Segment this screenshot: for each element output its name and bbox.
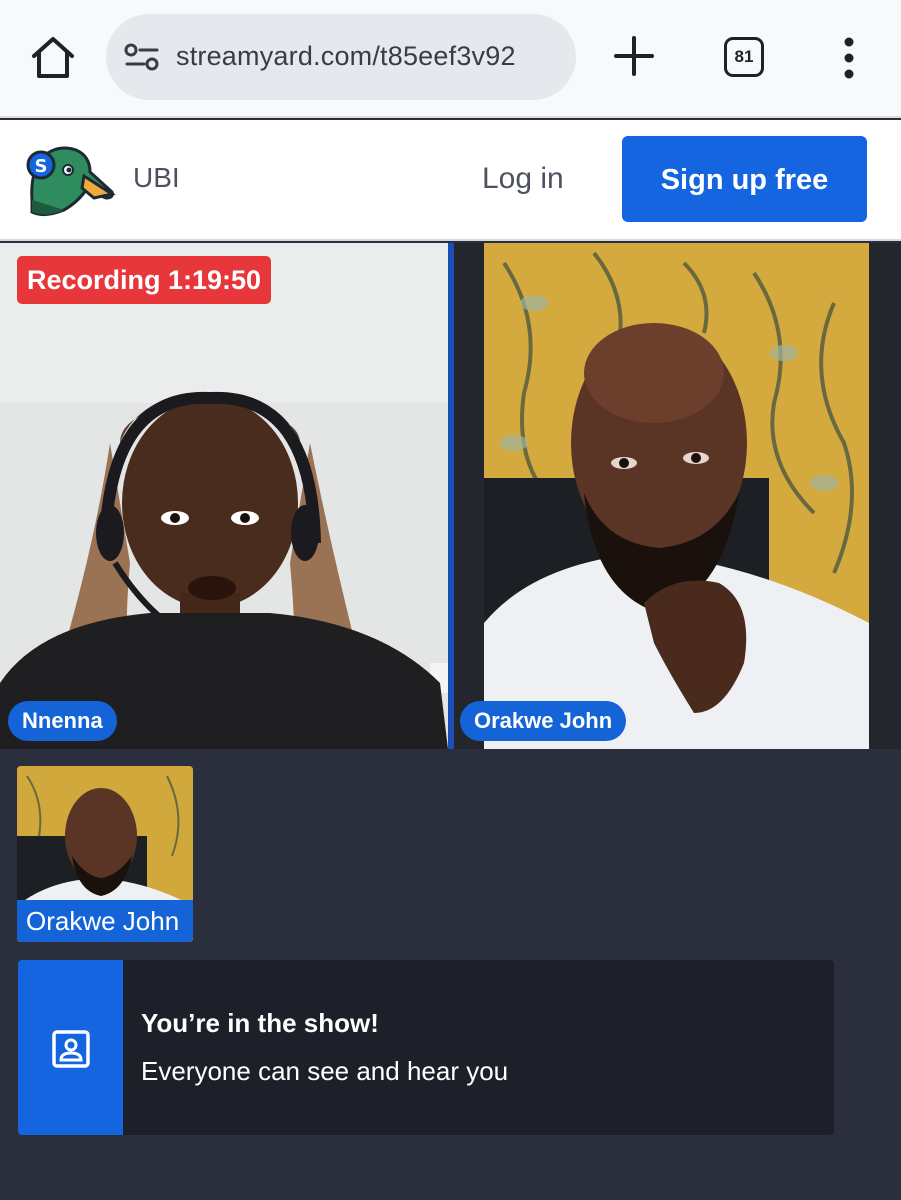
backstage-thumbnail[interactable]: Orakwe John [17, 766, 193, 942]
signup-button[interactable]: Sign up free [622, 136, 867, 222]
participant-name-tag: Orakwe John [460, 701, 627, 741]
contact-card-icon [52, 1030, 90, 1068]
toast-message: Everyone can see and hear you [141, 1056, 509, 1086]
login-link[interactable]: Log in [482, 162, 564, 196]
participant-video-nnenna[interactable]: Recording 1:19:50 Nnenna [0, 243, 448, 749]
participant-video-orakwe-john[interactable]: Orakwe John [454, 243, 901, 749]
more-vert-icon[interactable] [836, 34, 862, 82]
svg-text:S: S [35, 156, 48, 177]
tab-switcher-icon[interactable]: 81 [724, 37, 764, 77]
site-info-icon[interactable] [124, 42, 160, 72]
video-feed-image [454, 243, 901, 749]
studio-name: UBI [133, 162, 180, 193]
plus-icon[interactable] [612, 34, 656, 78]
thumbnail-name-label: Orakwe John [17, 900, 193, 942]
video-feed-image [0, 243, 448, 749]
logo-s-icon: S [35, 156, 48, 177]
url-text[interactable]: streamyard.com/t85eef3v92 [176, 41, 516, 72]
participant-name-tag: Nnenna [8, 701, 117, 741]
address-bar[interactable]: streamyard.com/t85eef3v92 [106, 14, 576, 100]
broadcast-stage: Recording 1:19:50 Nnenna Orakwe John [0, 243, 901, 749]
browser-toolbar: streamyard.com/t85eef3v92 81 [0, 0, 901, 118]
in-show-toast: You’re in the show! Everyone can see and… [18, 960, 834, 1135]
toast-accent-bar [18, 960, 123, 1135]
streamyard-duck-logo[interactable] [24, 140, 116, 218]
recording-badge: Recording 1:19:50 [17, 256, 272, 304]
site-header: S UBI Log in Sign up free [0, 120, 901, 241]
home-icon[interactable] [28, 34, 78, 80]
toast-title: You’re in the show! [141, 1008, 379, 1038]
